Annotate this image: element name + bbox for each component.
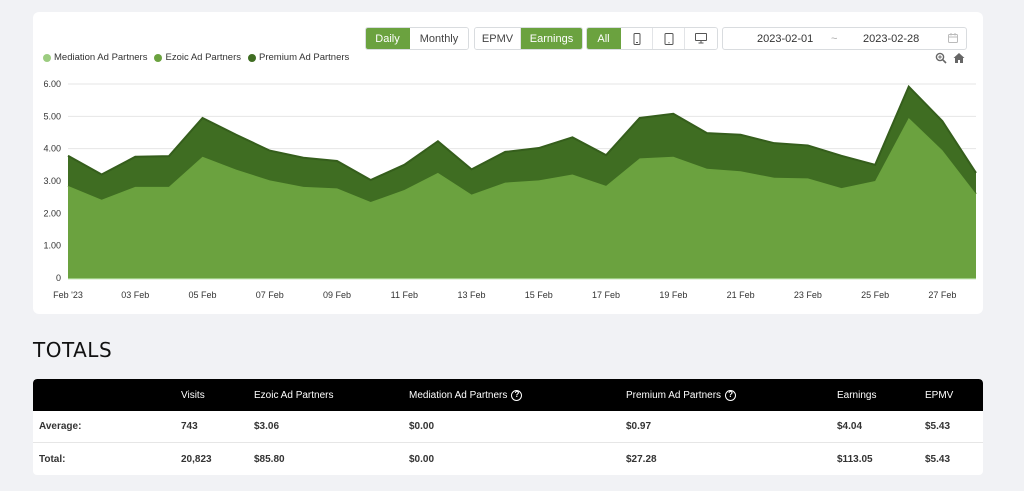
x-tick-label: 25 Feb	[861, 290, 889, 300]
header-mediation: Mediation Ad Partners ?	[409, 379, 523, 411]
earnings-button[interactable]: Earnings	[521, 28, 582, 49]
x-tick-label: 07 Feb	[256, 290, 284, 300]
x-tick-label: Feb '23	[53, 290, 83, 300]
zoom-icon[interactable]	[935, 52, 947, 64]
mobile-button[interactable]	[621, 28, 653, 49]
x-tick-label: 05 Feb	[189, 290, 217, 300]
legend-dot	[43, 53, 51, 62]
row-label: Total:	[39, 453, 66, 465]
epmv-value: $5.43	[925, 421, 951, 432]
home-icon[interactable]	[953, 52, 965, 64]
chart-zoom-tools	[935, 52, 965, 64]
legend-mediation[interactable]: Mediation Ad Partners	[43, 52, 147, 63]
desktop-button[interactable]	[685, 28, 717, 49]
header-ezoic: Ezoic Ad Partners	[254, 389, 334, 401]
all-devices-button[interactable]: All	[587, 28, 621, 49]
premium-value: $0.97	[626, 421, 652, 432]
period-toggle: Daily Monthly	[365, 27, 469, 50]
x-tick-label: 17 Feb	[592, 290, 620, 300]
y-tick-label: 0	[56, 273, 61, 283]
x-tick-label: 27 Feb	[928, 290, 956, 300]
legend-label: Ezoic Ad Partners	[165, 52, 241, 63]
epmv-button[interactable]: EPMV	[475, 28, 521, 49]
daily-button[interactable]: Daily	[366, 28, 410, 49]
premium-value: $27.28	[626, 453, 657, 465]
y-tick-label: 4.00	[43, 144, 61, 154]
x-tick-label: 03 Feb	[121, 290, 149, 300]
date-range-picker[interactable]: 2023-02-01 ~ 2023-02-28	[722, 27, 967, 50]
epmv-value: $5.43	[925, 453, 951, 465]
header-mediation-label: Mediation Ad Partners	[409, 389, 508, 401]
header-epmv: EPMV	[925, 389, 954, 401]
totals-title: TOTALS	[33, 338, 113, 362]
x-tick-label: 13 Feb	[458, 290, 486, 300]
row-label: Average:	[39, 421, 82, 432]
x-tick-label: 15 Feb	[525, 290, 553, 300]
mobile-icon	[633, 32, 640, 45]
legend-label: Mediation Ad Partners	[54, 52, 148, 63]
tablet-icon	[664, 32, 673, 45]
totals-table: Visits Ezoic Ad Partners Mediation Ad Pa…	[33, 379, 983, 475]
ezoic-value: $3.06	[254, 421, 280, 432]
mediation-value: $0.00	[409, 453, 435, 465]
table-row: Total: 20,823 $85.80 $0.00 $27.28 $113.0…	[33, 443, 983, 475]
y-tick-label: 6.00	[43, 79, 61, 89]
desktop-icon	[695, 33, 707, 44]
device-toggle: All	[586, 27, 718, 50]
y-tick-label: 2.00	[43, 208, 61, 218]
table-header: Visits Ezoic Ad Partners Mediation Ad Pa…	[33, 379, 983, 411]
help-icon[interactable]: ?	[511, 389, 523, 401]
header-premium: Premium Ad Partners ?	[626, 379, 737, 411]
header-visits: Visits	[181, 389, 205, 401]
earnings-value: $4.04	[837, 421, 863, 432]
x-tick-label: 19 Feb	[659, 290, 687, 300]
x-tick-label: 23 Feb	[794, 290, 822, 300]
ezoic-value: $85.80	[254, 453, 285, 465]
header-premium-label: Premium Ad Partners	[626, 389, 722, 401]
date-separator: ~	[831, 32, 838, 45]
tablet-button[interactable]	[653, 28, 685, 49]
legend-premium[interactable]: Premium Ad Partners	[248, 52, 349, 63]
table-row: Average: 743 $3.06 $0.00 $0.97 $4.04 $5.…	[33, 411, 983, 443]
y-tick-label: 1.00	[43, 241, 61, 251]
end-date[interactable]: 2023-02-28	[863, 33, 919, 45]
y-tick-label: 3.00	[43, 176, 61, 186]
earnings-value: $113.05	[837, 453, 873, 465]
legend-ezoic[interactable]: Ezoic Ad Partners	[154, 52, 241, 63]
visits-value: 743	[181, 421, 198, 432]
chart-legend: Mediation Ad Partners Ezoic Ad Partners …	[43, 52, 349, 63]
start-date[interactable]: 2023-02-01	[757, 33, 813, 45]
legend-dot	[154, 53, 163, 62]
legend-dot	[248, 53, 256, 62]
visits-value: 20,823	[181, 453, 212, 465]
monthly-button[interactable]: Monthly	[410, 28, 468, 49]
header-earnings: Earnings	[837, 389, 877, 401]
x-tick-label: 09 Feb	[323, 290, 351, 300]
x-tick-label: 21 Feb	[727, 290, 755, 300]
y-tick-label: 5.00	[43, 111, 61, 121]
x-tick-label: 11 Feb	[391, 290, 418, 300]
earnings-chart-card: 0 1.00 2.00 3.00 4.00 5.00 6.00 Feb '23 03 Feb 05…	[33, 12, 983, 314]
help-icon[interactable]: ?	[725, 389, 737, 401]
calendar-icon[interactable]	[948, 33, 958, 43]
legend-label: Premium Ad Partners	[259, 52, 350, 63]
metric-toggle: EPMV Earnings	[474, 27, 583, 50]
mediation-value: $0.00	[409, 421, 435, 432]
